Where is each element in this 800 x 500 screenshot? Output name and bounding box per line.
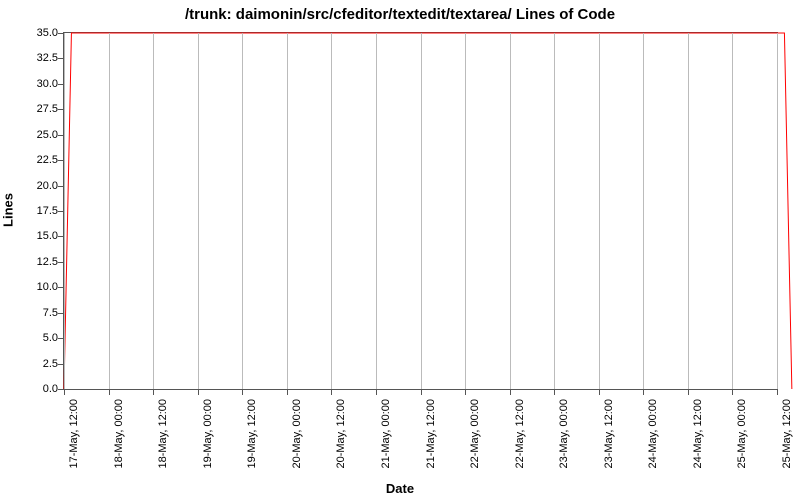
x-tick-label: 20-May, 00:00 <box>291 399 303 469</box>
x-tick-label: 25-May, 00:00 <box>736 399 748 469</box>
x-tick-label: 22-May, 12:00 <box>514 399 526 469</box>
y-tick-label: 17.5 <box>18 205 58 217</box>
y-tick-label: 0.0 <box>18 383 58 395</box>
y-tick-label: 7.5 <box>18 307 58 319</box>
x-tick-label: 21-May, 12:00 <box>425 399 437 469</box>
x-tick-label: 23-May, 12:00 <box>603 399 615 469</box>
x-tick-label: 23-May, 00:00 <box>558 399 570 469</box>
x-tick-label: 25-May, 12:00 <box>781 399 793 469</box>
y-tick-label: 10.0 <box>18 281 58 293</box>
chart-title: /trunk: daimonin/src/cfeditor/textedit/t… <box>0 6 800 23</box>
y-tick-label: 5.0 <box>18 332 58 344</box>
y-axis-label: Lines <box>1 193 16 227</box>
x-tick-label: 19-May, 00:00 <box>202 399 214 469</box>
y-tick-label: 20.0 <box>18 180 58 192</box>
y-tick-label: 12.5 <box>18 256 58 268</box>
x-tick-label: 24-May, 12:00 <box>692 399 704 469</box>
plot-area <box>63 32 778 390</box>
y-tick-label: 27.5 <box>18 103 58 115</box>
x-tick-label: 18-May, 12:00 <box>157 399 169 469</box>
loc-chart: /trunk: daimonin/src/cfeditor/textedit/t… <box>0 0 800 500</box>
x-tick-label: 19-May, 12:00 <box>246 399 258 469</box>
x-tick-label: 24-May, 00:00 <box>647 399 659 469</box>
x-tick-label: 18-May, 00:00 <box>113 399 125 469</box>
y-tick-label: 22.5 <box>18 154 58 166</box>
x-tick-label: 21-May, 00:00 <box>380 399 392 469</box>
y-tick-label: 15.0 <box>18 230 58 242</box>
y-tick-label: 2.5 <box>18 358 58 370</box>
y-tick-label: 25.0 <box>18 129 58 141</box>
x-tick-label: 20-May, 12:00 <box>335 399 347 469</box>
x-tick-label: 17-May, 12:00 <box>68 399 80 469</box>
y-tick-label: 32.5 <box>18 52 58 64</box>
x-axis-label: Date <box>0 481 800 496</box>
x-tick-label: 22-May, 00:00 <box>469 399 481 469</box>
y-tick-label: 30.0 <box>18 78 58 90</box>
y-tick-label: 35.0 <box>18 27 58 39</box>
